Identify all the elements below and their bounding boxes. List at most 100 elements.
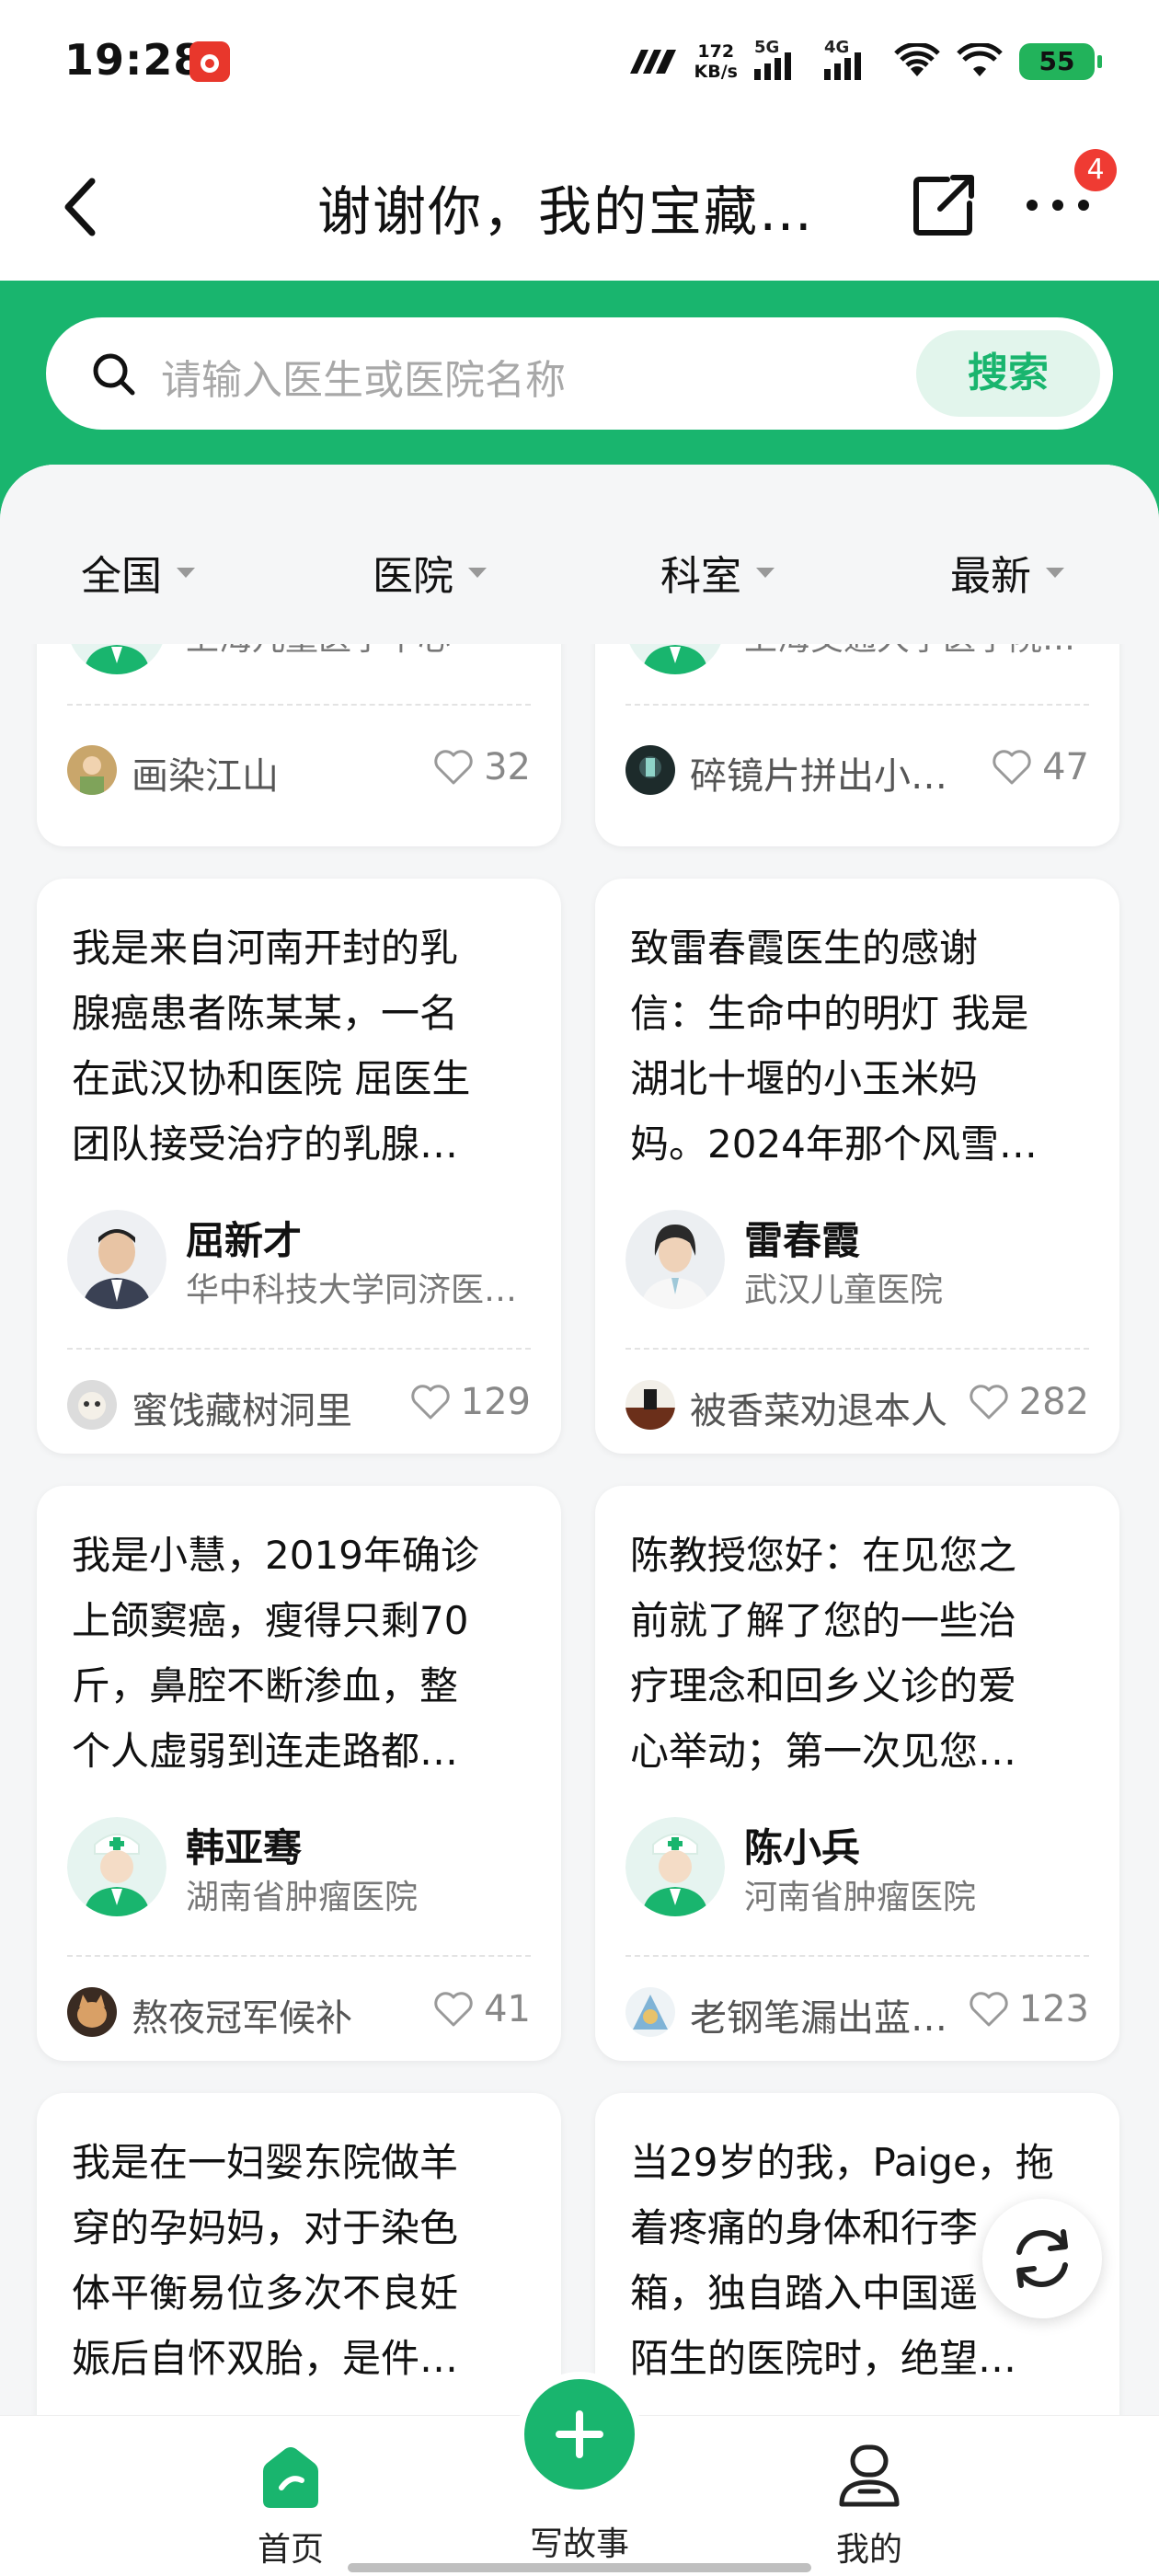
heart-icon xyxy=(969,1992,1008,2027)
heart-icon xyxy=(969,1385,1008,1420)
author-row: 被香菜劝退本人 282 xyxy=(625,1375,1089,1432)
more-dots-icon xyxy=(1027,200,1089,211)
story-excerpt: 我是来自河南开封的乳 腺癌患者陈某某，一名 在武汉协和医院 屈医生 团队接受治疗的乳腺… xyxy=(72,926,471,1167)
card-divider xyxy=(625,1955,1089,1957)
author-row: 碎镜片拼出小… 47 xyxy=(625,741,1089,798)
like-button[interactable]: 47 xyxy=(991,746,1089,788)
story-card[interactable]: 我是小慧，2019年确诊 上颌窦癌，瘦得只剩70 斤，鼻腔不断渗血，整 个人虚弱到连走… xyxy=(37,1486,561,2061)
page-title: 谢谢你，我的宝藏… xyxy=(317,180,815,243)
doctor-hospital: 河南省肿瘤医院 xyxy=(744,1879,977,1916)
author-row: 蜜饯藏树洞里 129 xyxy=(67,1375,531,1432)
card-divider xyxy=(625,704,1089,706)
battery-indicator: 55 xyxy=(1019,43,1102,80)
like-button[interactable]: 129 xyxy=(409,1381,531,1423)
card-divider xyxy=(67,1348,531,1350)
profile-icon xyxy=(839,2444,900,2507)
story-excerpt: 我是在一妇婴东院做羊 穿的孕妈妈，对于染色 体平衡易位多次不良妊 娠后自怀双胎，是件… xyxy=(72,2140,459,2381)
doctor-avatar-placeholder-icon xyxy=(625,1817,725,1916)
story-card[interactable]: 致雷春霞医生的感谢 信：生命中的明灯 我是 湖北十堰的小玉米妈 妈。2024年那个风雪… xyxy=(595,879,1119,1454)
nav-mine[interactable]: 我的 xyxy=(796,2444,943,2570)
write-story-label: 写故事 xyxy=(529,2525,629,2563)
more-options-button[interactable] xyxy=(1021,187,1095,224)
search-icon xyxy=(93,353,135,396)
doctor-avatar xyxy=(67,1210,166,1309)
user-avatar xyxy=(67,745,117,795)
author-name: 被香菜劝退本人 xyxy=(690,1390,947,1432)
status-time: 19:28 xyxy=(64,35,204,85)
filter-region[interactable]: 全国 xyxy=(81,543,195,602)
author-name: 碎镜片拼出小… xyxy=(690,755,947,798)
doctor-hospital: 湖南省肿瘤医院 xyxy=(186,1879,419,1916)
like-button[interactable]: 282 xyxy=(968,1381,1089,1423)
doctor-hospital: 华中科技大学同济医… xyxy=(186,1271,518,1309)
like-button[interactable]: 123 xyxy=(968,1988,1089,2030)
author-row: 熬夜冠军候补 41 xyxy=(67,1983,531,2040)
story-card[interactable]: 我是在一妇婴东院做羊 穿的孕妈妈，对于染色 体平衡易位多次不良妊 娠后自怀双胎，是件… xyxy=(37,2093,561,2415)
refresh-button[interactable] xyxy=(982,2199,1102,2318)
status-bar: 19:28 172 KB/s 5G 4G 55 xyxy=(0,0,1159,124)
card-divider xyxy=(67,1955,531,1957)
top-app-bar: 谢谢你，我的宝藏… 4 xyxy=(0,124,1159,281)
card-divider xyxy=(625,1348,1089,1350)
doctor-name: 雷春霞 xyxy=(744,1218,861,1263)
heart-icon xyxy=(993,750,1031,785)
hd-icon xyxy=(629,50,676,74)
author-row: 画染江山 32 xyxy=(67,741,531,798)
write-story-button[interactable] xyxy=(517,2372,642,2497)
caret-down-icon xyxy=(468,567,487,578)
author-row: 老钢笔漏出蓝… 123 xyxy=(625,1983,1089,2040)
story-card[interactable]: 陈教授您好：在见您之 前就了解了您的一些治 疗理念和回乡义诊的爱 心举动；第一次见您…… xyxy=(595,1486,1119,2061)
doctor-avatar-placeholder-icon xyxy=(67,1817,166,1916)
signal-5g-icon: 5G xyxy=(754,38,808,80)
wifi-icon-2 xyxy=(957,43,1003,76)
author-name: 蜜饯藏树洞里 xyxy=(132,1390,352,1432)
like-button[interactable]: 41 xyxy=(432,1988,531,2030)
story-feed: 全国 医院 科室 最新 上海儿童医学中心 画染江山 32 xyxy=(0,465,1159,2415)
caret-down-icon xyxy=(1046,567,1064,578)
app-notification-icon xyxy=(189,41,230,82)
status-icons: 172 KB/s 5G 4G 55 xyxy=(628,38,1102,85)
filter-bar: 全国 医院 科室 最新 xyxy=(0,465,1159,644)
caret-down-icon xyxy=(177,567,195,578)
signal-4g-icon: 4G xyxy=(824,38,878,80)
gesture-bar[interactable] xyxy=(348,2563,811,2572)
doctor-name: 陈小兵 xyxy=(744,1825,861,1870)
story-excerpt: 陈教授您好：在见您之 前就了解了您的一些治 疗理念和回乡义诊的爱 心举动；第一次见您… xyxy=(630,1533,1017,1774)
user-avatar xyxy=(625,1987,675,2037)
filter-department[interactable]: 科室 xyxy=(660,543,775,602)
bottom-navigation: 首页 写故事 我的 xyxy=(0,2372,1159,2576)
nav-home[interactable]: 首页 xyxy=(217,2444,364,2570)
doctor-hospital: 武汉儿童医院 xyxy=(744,1271,944,1309)
story-excerpt: 我是小慧，2019年确诊 上颌窦癌，瘦得只剩70 斤，鼻腔不断渗血，整 个人虚弱到连走… xyxy=(72,1533,479,1774)
story-card[interactable]: 我是来自河南开封的乳 腺癌患者陈某某，一名 在武汉协和医院 屈医生 团队接受治疗的乳腺… xyxy=(37,879,561,1454)
filter-hospital[interactable]: 医院 xyxy=(373,543,487,602)
heart-icon xyxy=(434,1992,473,2027)
share-button[interactable] xyxy=(912,172,977,236)
doctor-name: 韩亚骞 xyxy=(186,1825,303,1870)
notification-badge: 4 xyxy=(1074,149,1117,191)
author-name: 画染江山 xyxy=(132,755,279,798)
heart-icon xyxy=(434,750,473,785)
search-button[interactable]: 搜索 xyxy=(916,330,1100,417)
refresh-icon xyxy=(1016,2229,1068,2288)
author-name: 熬夜冠军候补 xyxy=(132,1997,352,2040)
search-placeholder: 请输入医生或医院名称 xyxy=(161,357,566,404)
network-speed: 172 KB/s xyxy=(694,41,738,82)
user-avatar xyxy=(67,1380,117,1430)
wifi-icon xyxy=(894,43,940,76)
user-avatar xyxy=(625,745,675,795)
story-excerpt: 致雷春霞医生的感谢 信：生命中的明灯 我是 湖北十堰的小玉米妈 妈。2024年那个风雪… xyxy=(630,926,1038,1167)
card-divider xyxy=(67,704,531,706)
filter-sort[interactable]: 最新 xyxy=(950,543,1064,602)
caret-down-icon xyxy=(756,567,775,578)
user-avatar xyxy=(625,1380,675,1430)
like-button[interactable]: 32 xyxy=(432,746,531,788)
user-avatar xyxy=(67,1987,117,2037)
back-button[interactable] xyxy=(55,170,110,244)
chevron-left-icon xyxy=(64,178,96,236)
home-icon xyxy=(263,2447,318,2508)
doctor-avatar xyxy=(625,1210,725,1309)
author-name: 老钢笔漏出蓝… xyxy=(690,1997,947,2040)
share-icon xyxy=(913,175,974,236)
search-input[interactable]: 请输入医生或医院名称 搜索 xyxy=(46,317,1113,430)
